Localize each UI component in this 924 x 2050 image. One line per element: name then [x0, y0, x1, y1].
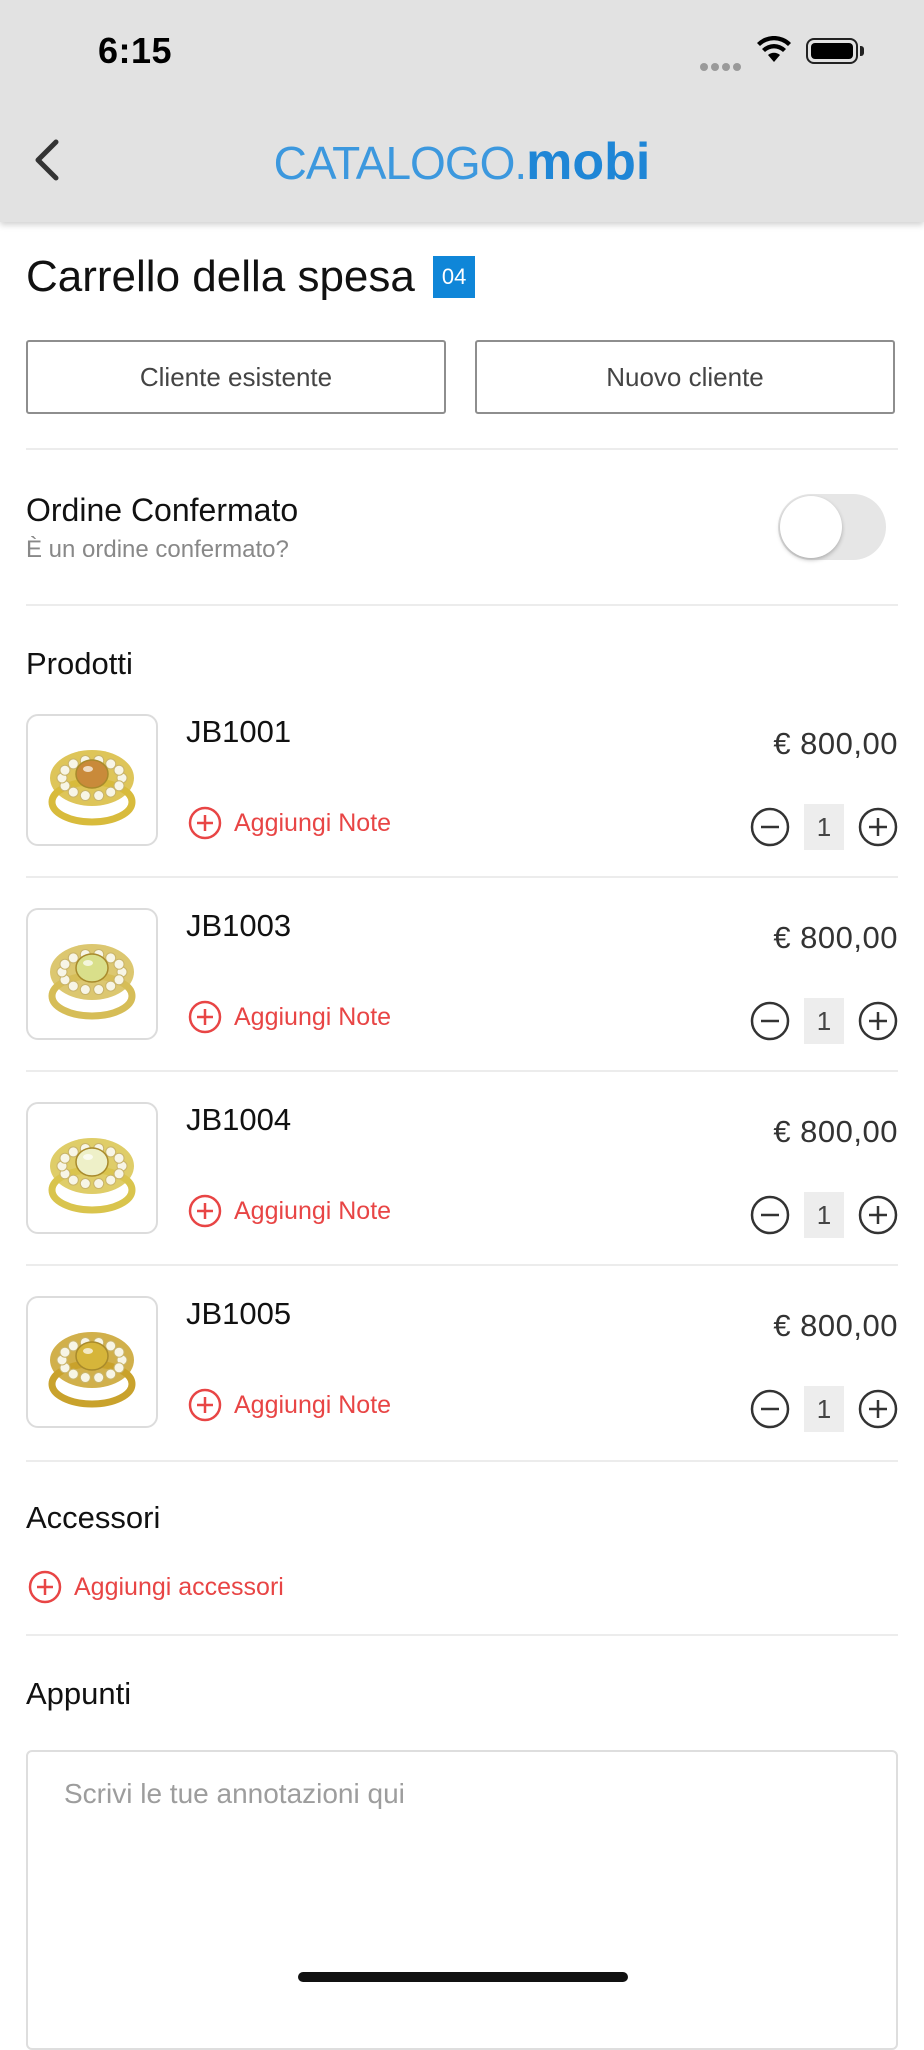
- plus-circle-icon: [188, 806, 222, 840]
- product-price: € 800,00: [773, 1114, 898, 1149]
- ring-image-icon: [48, 1138, 136, 1214]
- divider: [26, 1460, 898, 1462]
- product-thumbnail[interactable]: [26, 1102, 158, 1234]
- ring-image-icon: [48, 750, 136, 826]
- existing-client-button[interactable]: Cliente esistente: [26, 340, 446, 414]
- add-accessories-label: Aggiungi accessori: [74, 1572, 284, 1601]
- ring-image-icon: [48, 944, 136, 1020]
- plus-circle-icon: [188, 1388, 222, 1422]
- minus-circle-icon[interactable]: [750, 1195, 790, 1235]
- home-indicator[interactable]: [298, 1972, 628, 1982]
- order-confirmed-label: Ordine Confermato: [26, 492, 299, 528]
- product-code: JB1004: [186, 1102, 292, 1137]
- add-note-label: Aggiungi Note: [234, 1002, 392, 1031]
- divider: [26, 1070, 898, 1072]
- page-title: Carrello della spesa: [26, 252, 415, 301]
- product-thumbnail[interactable]: [26, 1296, 158, 1428]
- product-row: JB1004 € 800,00 Aggiungi Note 1: [26, 1102, 898, 1296]
- status-time: 6:15: [98, 30, 173, 71]
- quantity-stepper: 1: [750, 804, 898, 850]
- minus-circle-icon[interactable]: [750, 1001, 790, 1041]
- ring-image-icon: [48, 1332, 136, 1408]
- accessories-section-title: Accessori: [26, 1500, 161, 1535]
- divider: [26, 876, 898, 878]
- quantity-stepper: 1: [750, 1192, 898, 1238]
- battery-icon: [806, 38, 858, 64]
- cart-header: Carrello della spesa 04: [26, 252, 476, 302]
- wifi-icon: [757, 36, 791, 62]
- product-code: JB1003: [186, 908, 292, 943]
- add-note-label: Aggiungi Note: [234, 808, 392, 837]
- plus-circle-icon[interactable]: [858, 1389, 898, 1429]
- cellular-signal-icon: [700, 58, 744, 76]
- products-section-title: Prodotti: [26, 646, 133, 681]
- plus-circle-icon[interactable]: [858, 1195, 898, 1235]
- add-note-button[interactable]: Aggiungi Note: [188, 806, 391, 840]
- add-note-label: Aggiungi Note: [234, 1390, 392, 1419]
- plus-circle-icon[interactable]: [858, 807, 898, 847]
- add-note-button[interactable]: Aggiungi Note: [188, 1194, 391, 1228]
- logo-text-catalogo: CATALOGO.: [273, 137, 528, 189]
- product-thumbnail[interactable]: [26, 714, 158, 846]
- notes-textarea[interactable]: Scrivi le tue annotazioni qui: [26, 1750, 898, 2050]
- minus-circle-icon[interactable]: [750, 1389, 790, 1429]
- add-note-label: Aggiungi Note: [234, 1196, 392, 1225]
- plus-circle-icon: [188, 1194, 222, 1228]
- product-code: JB1001: [186, 714, 292, 749]
- quantity-stepper: 1: [750, 998, 898, 1044]
- notes-placeholder: Scrivi le tue annotazioni qui: [64, 1778, 405, 1809]
- order-confirmed-toggle[interactable]: [778, 494, 886, 560]
- add-note-button[interactable]: Aggiungi Note: [188, 1000, 391, 1034]
- new-client-button[interactable]: Nuovo cliente: [475, 340, 895, 414]
- quantity-value[interactable]: 1: [804, 1192, 844, 1238]
- product-thumbnail[interactable]: [26, 908, 158, 1040]
- plus-circle-icon: [188, 1000, 222, 1034]
- quantity-value[interactable]: 1: [804, 998, 844, 1044]
- quantity-value[interactable]: 1: [804, 1386, 844, 1432]
- toggle-knob: [780, 496, 842, 558]
- divider: [26, 1264, 898, 1266]
- divider: [26, 604, 898, 606]
- minus-circle-icon[interactable]: [750, 807, 790, 847]
- order-confirmed-sublabel: È un ordine confermato?: [26, 536, 289, 563]
- top-bar: 6:15 CATALOGO.mobi: [0, 0, 924, 222]
- divider: [26, 1634, 898, 1636]
- battery-tip: [860, 46, 864, 56]
- quantity-value[interactable]: 1: [804, 804, 844, 850]
- add-accessories-button[interactable]: Aggiungi accessori: [28, 1570, 284, 1604]
- logo-text-mobi: mobi: [526, 133, 651, 191]
- divider: [26, 448, 898, 450]
- add-note-button[interactable]: Aggiungi Note: [188, 1388, 391, 1422]
- notes-section-title: Appunti: [26, 1676, 132, 1711]
- product-code: JB1005: [186, 1296, 292, 1331]
- cart-count-badge: 04: [432, 256, 476, 298]
- product-price: € 800,00: [773, 726, 898, 761]
- product-price: € 800,00: [773, 1308, 898, 1343]
- plus-circle-icon: [28, 1570, 62, 1604]
- quantity-stepper: 1: [750, 1386, 898, 1432]
- product-price: € 800,00: [773, 920, 898, 955]
- plus-circle-icon[interactable]: [858, 1001, 898, 1041]
- product-row: JB1001 € 800,00 Aggiungi Note 1: [26, 714, 898, 908]
- product-row: JB1003 € 800,00 Aggiungi Note 1: [26, 908, 898, 1102]
- app-logo: CATALOGO.mobi: [0, 132, 924, 192]
